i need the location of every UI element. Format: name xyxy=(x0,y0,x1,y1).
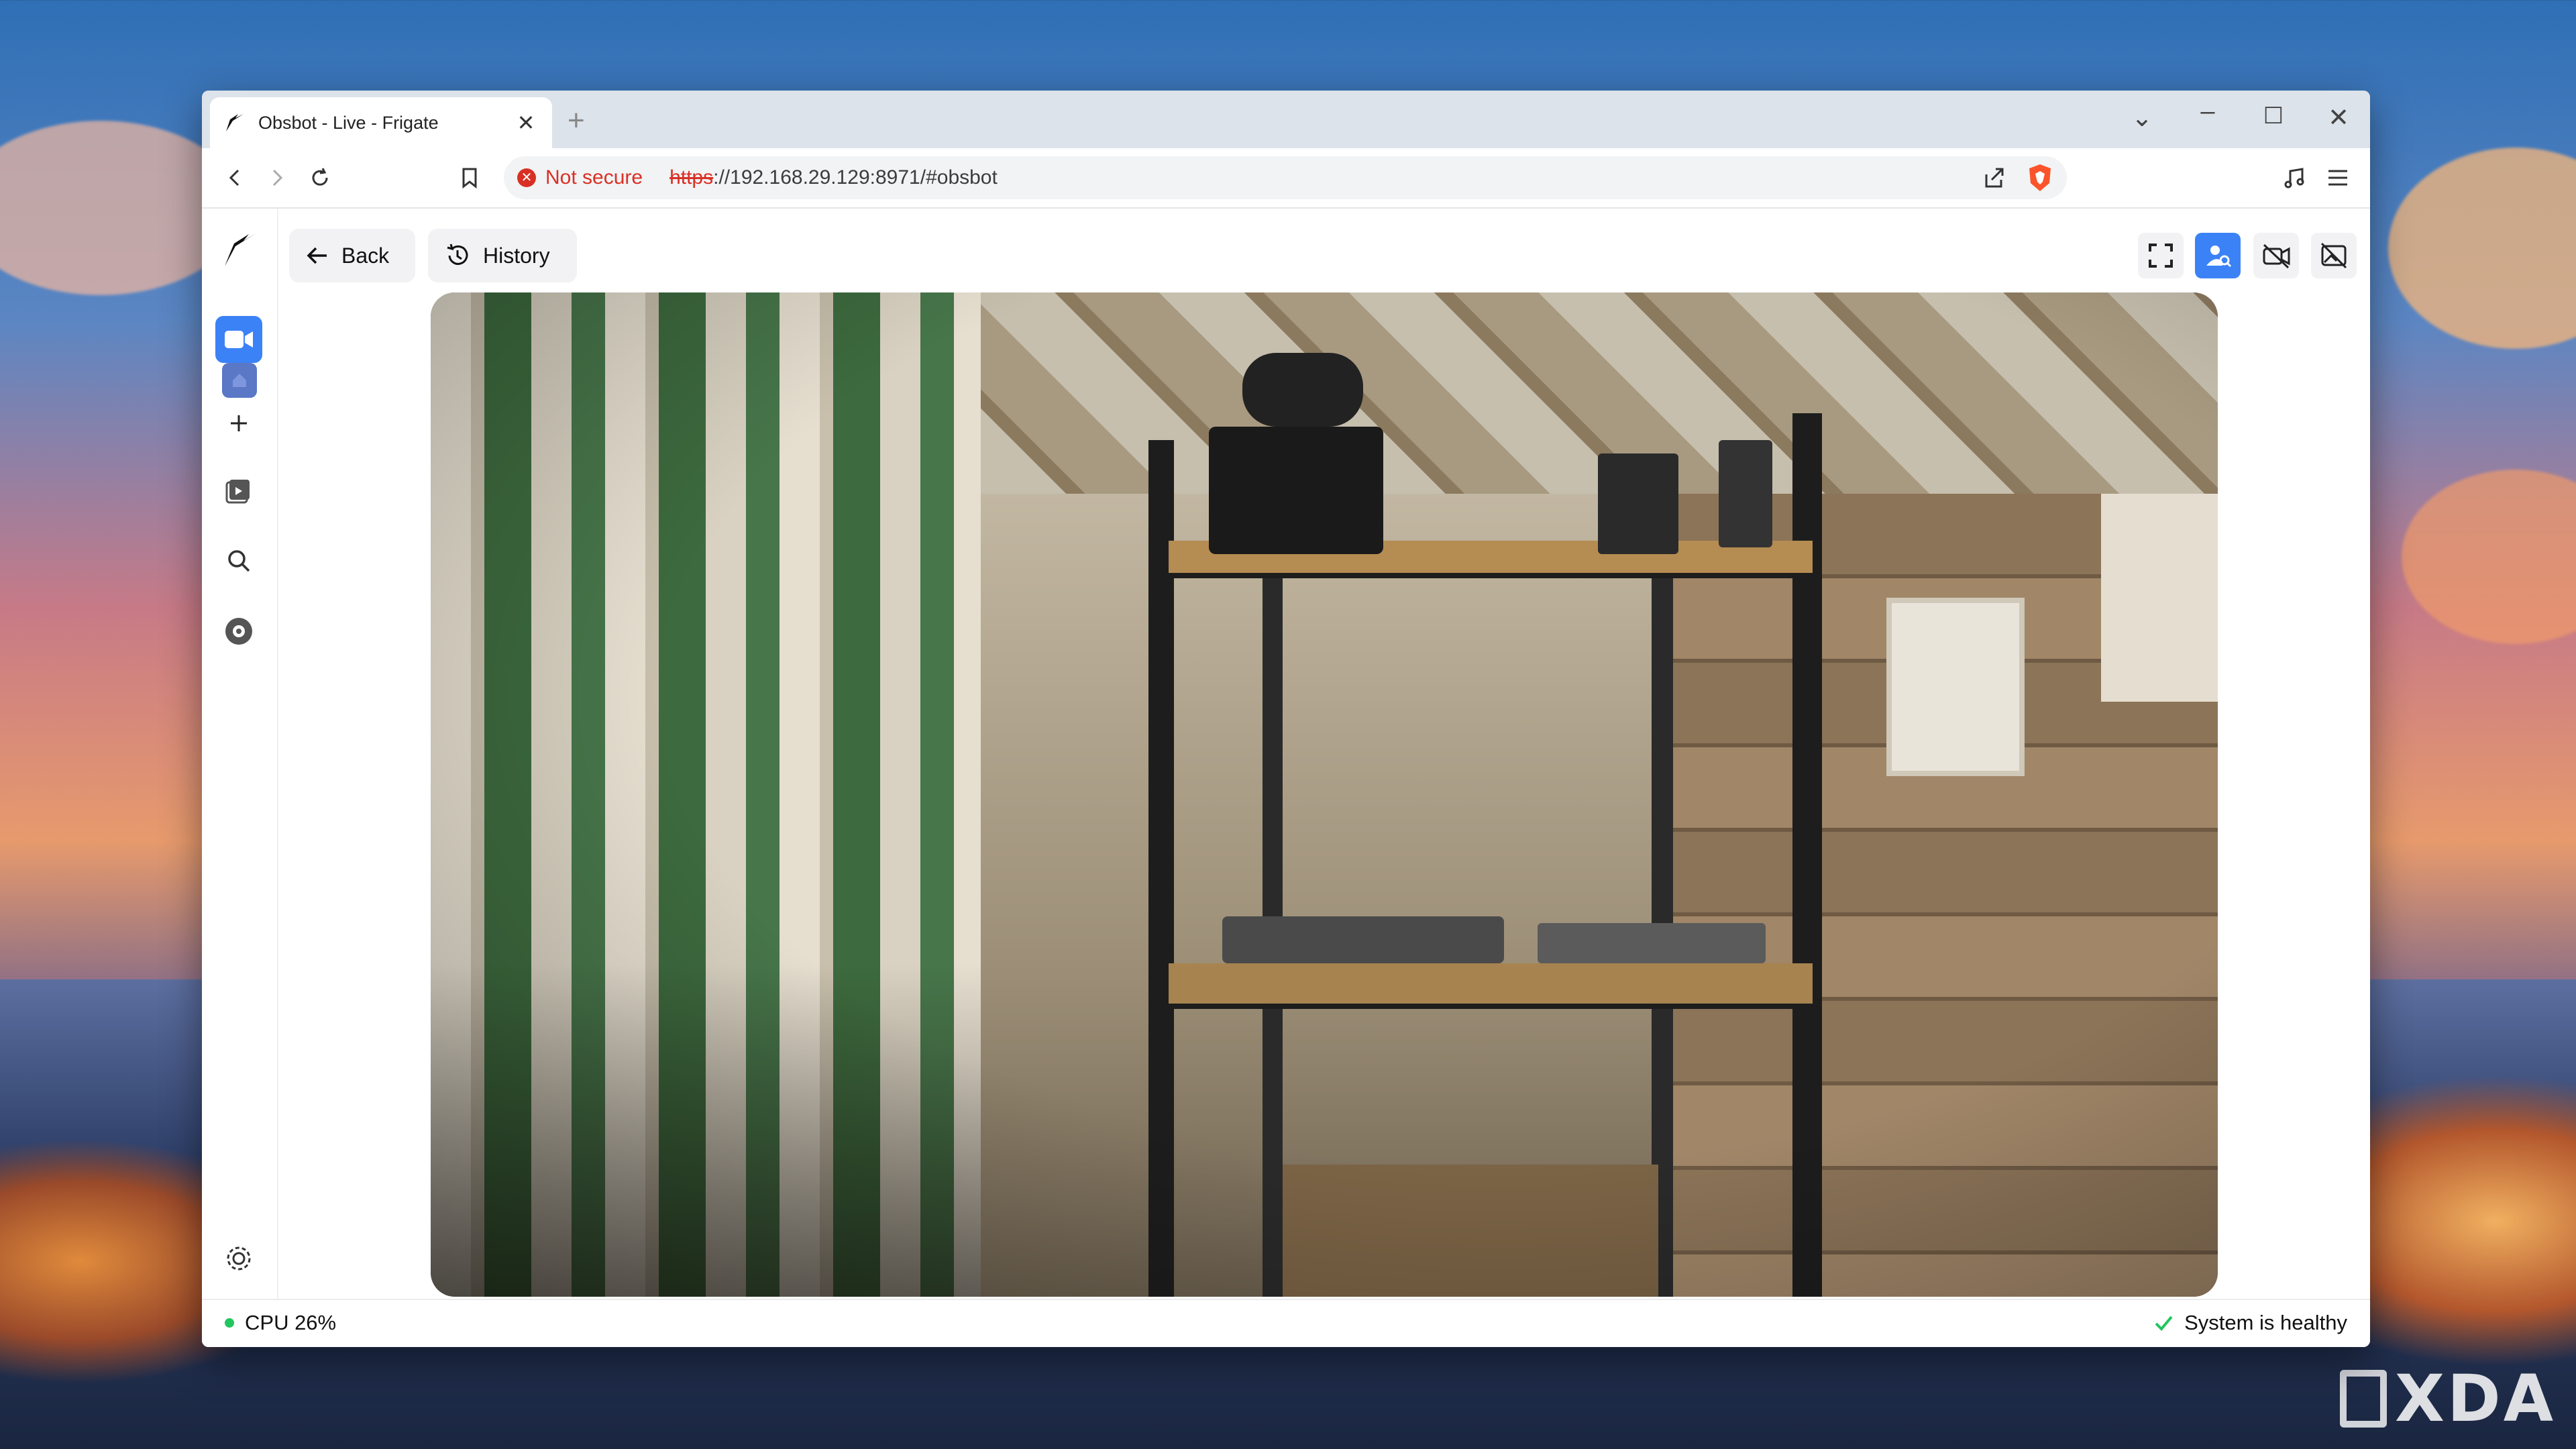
history-icon xyxy=(447,244,468,265)
settings-button[interactable] xyxy=(215,1235,262,1282)
maximize-icon[interactable]: ☐ xyxy=(2253,103,2294,129)
xda-watermark: XDA xyxy=(2340,1361,2556,1436)
snapshots-toggle-button[interactable] xyxy=(2311,233,2357,278)
not-secure-icon: ✕ xyxy=(517,168,536,187)
tab-close-icon[interactable]: ✕ xyxy=(513,110,539,136)
frigate-logo-icon[interactable] xyxy=(221,229,261,269)
home-icon xyxy=(233,374,246,387)
sidebar-item-camera-group[interactable] xyxy=(222,363,257,398)
back-button[interactable]: Back xyxy=(289,229,415,282)
wallpaper-cloud xyxy=(2388,148,2576,349)
check-icon xyxy=(2155,1316,2173,1331)
detect-toggle-button[interactable] xyxy=(2195,233,2241,278)
camera-feed-vignette xyxy=(431,292,2218,1297)
back-nav-icon[interactable] xyxy=(219,162,251,194)
address-bar[interactable]: ✕ Not secure https://192.168.29.129:8971… xyxy=(504,156,2067,199)
review-play-icon xyxy=(225,480,250,504)
sidebar-item-export[interactable] xyxy=(215,608,262,655)
status-bar: CPU 26% System is healthy xyxy=(202,1299,2370,1347)
browser-tab-active[interactable]: Obsbot - Live - Frigate ✕ xyxy=(210,97,552,148)
system-health-status[interactable]: System is healthy xyxy=(2153,1311,2347,1335)
menu-icon[interactable] xyxy=(2322,162,2354,194)
fullscreen-icon xyxy=(2149,244,2173,268)
video-camera-icon xyxy=(225,331,253,348)
wallpaper-cloud xyxy=(2402,470,2576,644)
cpu-usage-label: CPU 26% xyxy=(245,1311,337,1334)
camera-live-view[interactable] xyxy=(431,292,2218,1297)
search-icon xyxy=(228,550,250,572)
close-window-icon[interactable]: ✕ xyxy=(2318,103,2359,133)
url-path: ://192.168.29.129:8971/#obsbot xyxy=(713,166,998,189)
url-text[interactable]: https://192.168.29.129:8971/#obsbot xyxy=(669,166,998,189)
reload-icon[interactable] xyxy=(304,162,336,194)
forward-nav-icon[interactable] xyxy=(261,162,293,194)
xda-logo-icon xyxy=(2340,1370,2387,1428)
person-search-icon xyxy=(2206,246,2232,268)
bookmark-icon[interactable] xyxy=(453,162,486,194)
video-off-icon xyxy=(2263,244,2290,269)
tab-title: Obsbot - Live - Frigate xyxy=(258,112,439,133)
minimize-icon[interactable]: – xyxy=(2188,97,2228,126)
browser-toolbar: ✕ Not secure https://192.168.29.129:8971… xyxy=(202,148,2370,209)
back-button-label: Back xyxy=(341,243,390,268)
history-button[interactable]: History xyxy=(428,229,577,282)
arrow-left-icon xyxy=(307,247,327,264)
image-off-icon xyxy=(2320,242,2347,269)
cpu-status[interactable]: CPU 26% xyxy=(225,1311,336,1335)
url-scheme: https xyxy=(669,166,714,189)
browser-window: Obsbot - Live - Frigate ✕ + ⌄ – ☐ ✕ ✕ No… xyxy=(202,91,2370,1347)
add-camera-group-button[interactable] xyxy=(215,400,262,447)
system-health-label: System is healthy xyxy=(2184,1311,2347,1334)
history-button-label: History xyxy=(483,243,550,268)
sidebar-item-live[interactable] xyxy=(215,316,262,363)
disc-icon xyxy=(225,618,252,645)
plus-icon xyxy=(231,415,247,431)
brave-shield-icon[interactable] xyxy=(2027,163,2053,193)
sidebar-item-review[interactable] xyxy=(215,467,262,514)
gear-icon xyxy=(227,1246,251,1271)
new-tab-button[interactable]: + xyxy=(568,104,585,138)
media-icon[interactable] xyxy=(2278,162,2310,194)
share-icon[interactable] xyxy=(1981,165,2006,191)
frigate-favicon-icon xyxy=(226,114,244,131)
cpu-status-dot xyxy=(225,1318,234,1328)
not-secure-label[interactable]: Not secure xyxy=(545,166,643,189)
sidebar-item-explore[interactable] xyxy=(215,537,262,584)
sidebar xyxy=(202,209,278,1344)
tab-search-icon[interactable]: ⌄ xyxy=(2122,103,2162,133)
xda-watermark-text: XDA xyxy=(2395,1361,2556,1436)
frigate-app: Back History CPU 26% System is healthy xyxy=(202,209,2370,1347)
recording-toggle-button[interactable] xyxy=(2253,233,2299,278)
fullscreen-button[interactable] xyxy=(2138,233,2184,278)
tab-strip: Obsbot - Live - Frigate ✕ + ⌄ – ☐ ✕ xyxy=(202,91,2370,148)
